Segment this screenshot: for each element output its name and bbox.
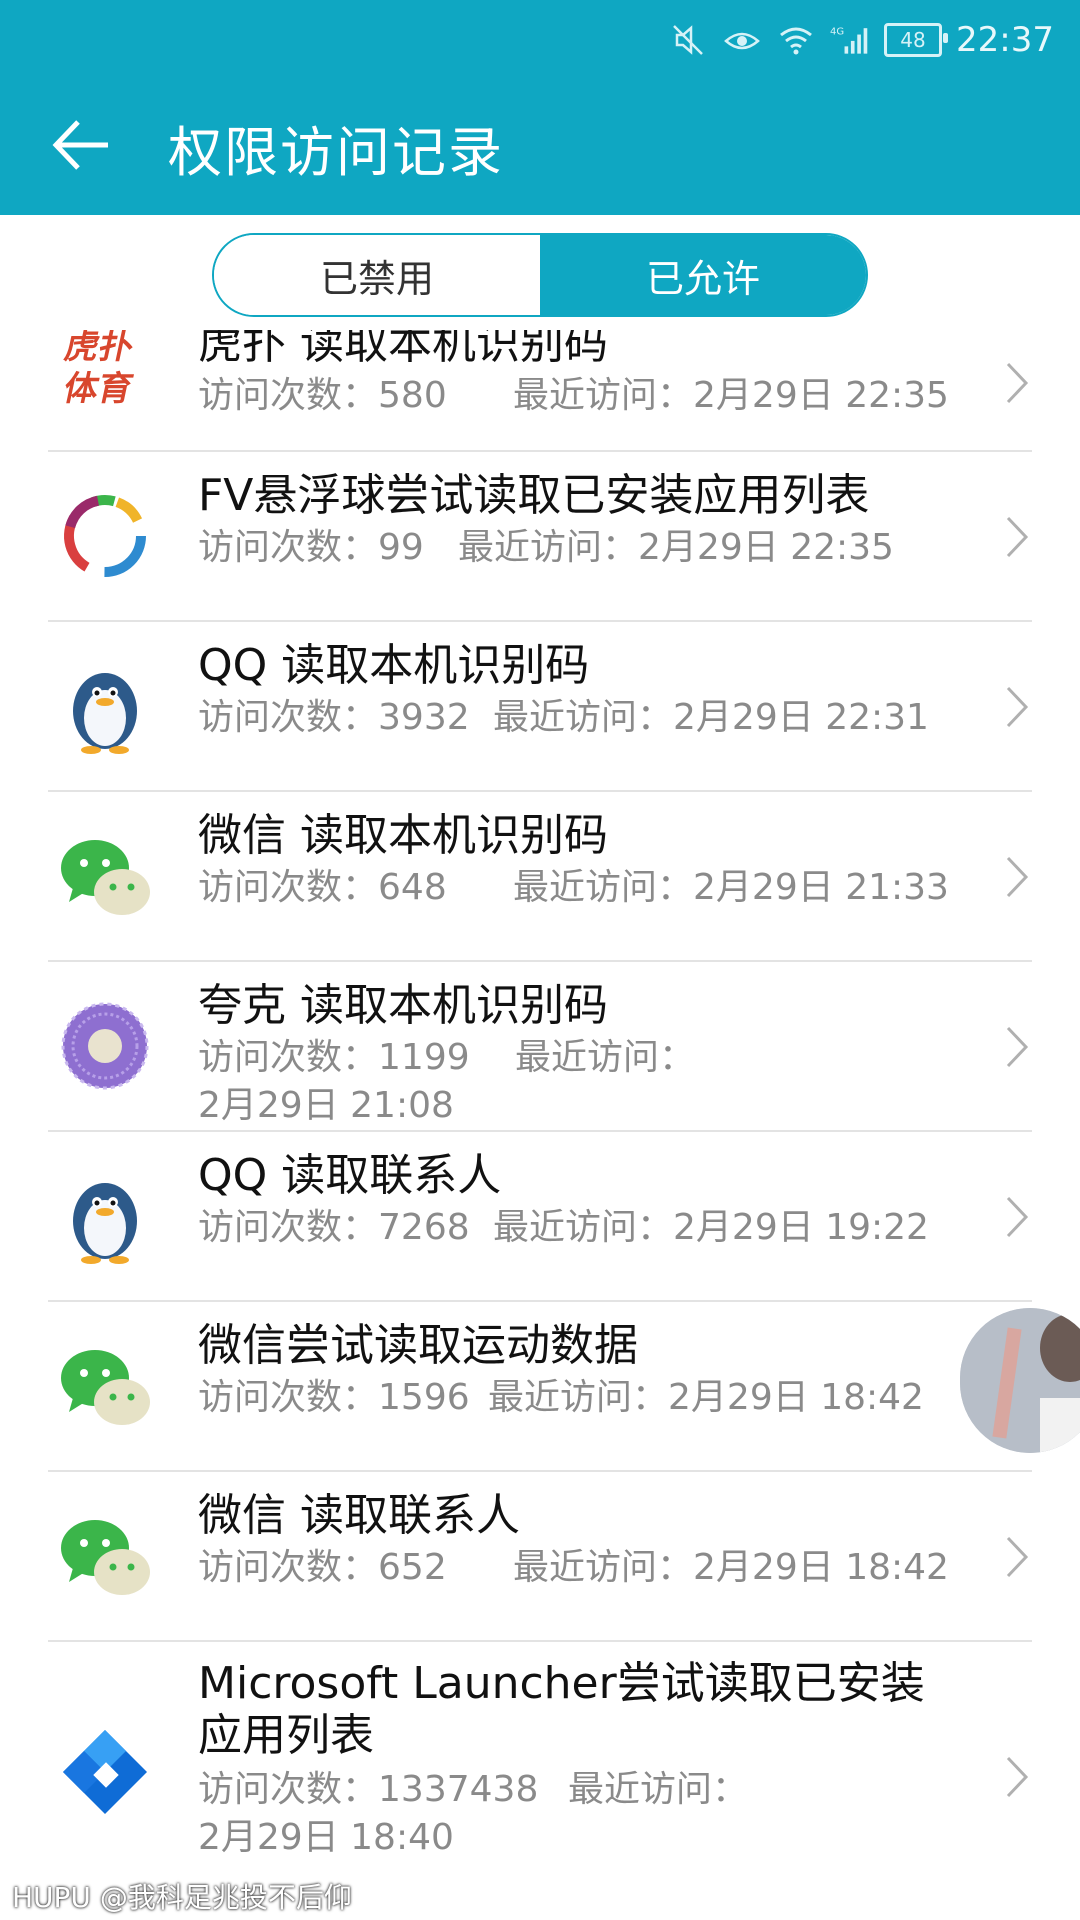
status-bar: 4G 48 22:37 xyxy=(0,0,1080,80)
back-arrow-icon[interactable] xyxy=(48,110,118,180)
record-title: QQ 读取本机识别码 xyxy=(198,640,590,691)
tab-disabled[interactable]: 已禁用 xyxy=(214,235,540,315)
wifi-icon xyxy=(776,20,816,60)
chevron-right-icon xyxy=(1002,852,1032,902)
record-title: 微信尝试读取运动数据 xyxy=(198,1320,638,1371)
svg-text:体育: 体育 xyxy=(60,369,136,409)
chevron-right-icon xyxy=(1002,1752,1032,1802)
microsoft-launcher-icon xyxy=(55,1722,155,1822)
access-count: 1199 xyxy=(378,1037,470,1078)
cellular-4g-icon: 4G xyxy=(830,20,870,60)
record-title: 微信 读取本机识别码 xyxy=(198,810,608,861)
list-item[interactable]: 微信 读取本机识别码 访问次数： 648 最近访问： 2月29日 21:33 xyxy=(0,792,1080,960)
qq-icon xyxy=(55,656,155,756)
access-count: 580 xyxy=(378,375,447,416)
recent-time: 2月29日 22:35 xyxy=(693,375,949,416)
status-icons: 4G 48 22:37 xyxy=(668,14,1054,66)
recent-time: 2月29日 21:33 xyxy=(693,867,949,908)
access-count: 652 xyxy=(378,1547,447,1588)
recent-time: 2月29日 18:42 xyxy=(693,1547,949,1588)
record-title: 虎扑 读取本机识别码 xyxy=(198,330,608,369)
eye-comfort-icon xyxy=(722,20,762,60)
recent-time: 2月29日 22:31 xyxy=(673,697,929,738)
access-count: 1596 xyxy=(378,1377,470,1418)
recent-label: 最近访问： xyxy=(458,527,639,568)
count-label: 访问次数： xyxy=(198,1377,379,1418)
list-item[interactable]: QQ 读取联系人 访问次数： 7268 最近访问： 2月29日 19:22 xyxy=(0,1132,1080,1300)
recent-time: 2月29日 18:40 xyxy=(198,1817,454,1858)
count-label: 访问次数： xyxy=(198,1547,379,1588)
record-title: FV悬浮球尝试读取已安装应用列表 xyxy=(198,470,870,521)
list-item[interactable]: FV悬浮球尝试读取已安装应用列表 访问次数： 99 最近访问： 2月29日 22:35 xyxy=(0,452,1080,620)
recent-time: 2月29日 18:42 xyxy=(668,1377,924,1418)
recent-label: 最近访问： xyxy=(515,1037,696,1078)
wechat-icon xyxy=(55,1336,155,1436)
tab-allowed[interactable]: 已允许 xyxy=(540,235,866,315)
watermark: HUPU @我科足兆投不后仰 xyxy=(12,1881,352,1914)
wechat-icon xyxy=(55,1506,155,1606)
recent-label: 最近访问： xyxy=(513,1547,694,1588)
recent-label: 最近访问： xyxy=(493,697,674,738)
access-count: 7268 xyxy=(378,1207,470,1248)
recent-label: 最近访问： xyxy=(513,375,694,416)
page-title: 权限访问记录 xyxy=(168,121,504,184)
access-count: 648 xyxy=(378,867,447,908)
record-title: Microsoft Launcher尝试读取已安装应用列表 xyxy=(198,1658,925,1761)
access-count: 1337438 xyxy=(378,1769,539,1810)
list-item[interactable]: QQ 读取本机识别码 访问次数： 3932 最近访问： 2月29日 22:31 xyxy=(0,622,1080,790)
recent-label: 最近访问： xyxy=(488,1377,669,1418)
chevron-right-icon xyxy=(1002,512,1032,562)
list-item[interactable]: 夸克 读取本机识别码 访问次数： 1199 最近访问： 2月29日 21:08 xyxy=(0,962,1080,1130)
app-bar: 权限访问记录 xyxy=(0,80,1080,215)
hupu-icon: 虎扑 体育 xyxy=(55,330,155,420)
recent-label: 最近访问： xyxy=(568,1769,749,1810)
count-label: 访问次数： xyxy=(198,697,379,738)
count-label: 访问次数： xyxy=(198,1037,379,1078)
record-title: 微信 读取联系人 xyxy=(198,1490,520,1541)
svg-text:虎扑: 虎扑 xyxy=(61,330,137,367)
count-label: 访问次数： xyxy=(198,867,379,908)
recent-time: 2月29日 19:22 xyxy=(673,1207,929,1248)
fv-ball-icon xyxy=(55,486,155,586)
recent-time: 2月29日 22:35 xyxy=(638,527,894,568)
chevron-right-icon xyxy=(1002,1022,1032,1072)
record-title: 夸克 读取本机识别码 xyxy=(198,980,608,1031)
count-label: 访问次数： xyxy=(198,1769,379,1810)
count-label: 访问次数： xyxy=(198,375,379,416)
chevron-right-icon xyxy=(1002,358,1032,408)
recent-time: 2月29日 21:08 xyxy=(198,1085,454,1126)
list-item[interactable]: 微信 读取联系人 访问次数： 652 最近访问： 2月29日 18:42 xyxy=(0,1472,1080,1640)
recent-label: 最近访问： xyxy=(513,867,694,908)
svg-text:4G: 4G xyxy=(830,27,844,38)
status-time: 22:37 xyxy=(956,20,1054,60)
quark-icon xyxy=(55,996,155,1096)
chevron-right-icon xyxy=(1002,1532,1032,1582)
count-label: 访问次数： xyxy=(198,527,379,568)
battery-icon: 48 xyxy=(884,23,949,57)
chevron-right-icon xyxy=(1002,1192,1032,1242)
chevron-right-icon xyxy=(1002,682,1032,732)
qq-icon xyxy=(55,1166,155,1266)
segmented-control: 已禁用 已允许 xyxy=(212,233,868,317)
list-item[interactable]: 虎扑 体育 虎扑 读取本机识别码 访问次数： 580 最近访问： 2月29日 22:35 xyxy=(0,330,1080,460)
record-title: QQ 读取联系人 xyxy=(198,1150,502,1201)
wechat-icon xyxy=(55,826,155,926)
record-list[interactable]: 虎扑 体育 虎扑 读取本机识别码 访问次数： 580 最近访问： 2月29日 22:35… xyxy=(0,330,1080,1920)
access-count: 99 xyxy=(378,527,424,568)
access-count: 3932 xyxy=(378,697,470,738)
count-label: 访问次数： xyxy=(198,1207,379,1248)
list-item[interactable]: 微信尝试读取运动数据 访问次数： 1596 最近访问： 2月29日 18:42 xyxy=(0,1302,1080,1470)
recent-label: 最近访问： xyxy=(493,1207,674,1248)
mute-icon xyxy=(668,20,708,60)
